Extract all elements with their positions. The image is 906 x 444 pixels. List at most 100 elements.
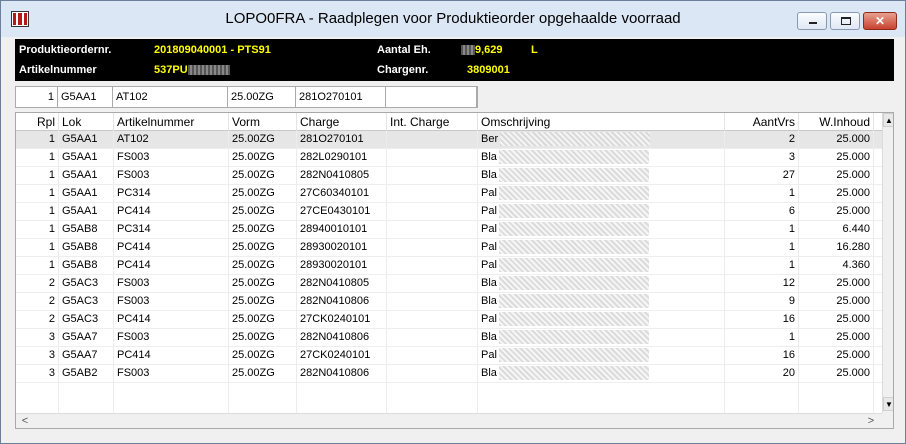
cell-rpl-text: 2 [48, 295, 55, 307]
cell-rpl-text: 2 [48, 277, 55, 289]
cell-lok: G5AC3 [59, 275, 114, 292]
scroll-right-icon[interactable]: > [864, 414, 878, 428]
cell-winhoud: 25.000 [799, 203, 874, 220]
cell-artikelnummer-text: AT102 [117, 133, 149, 145]
batch-label: Chargenr. [377, 64, 429, 76]
cell-winhoud-text: 25.000 [836, 331, 870, 343]
cell-lok-text: G5AA1 [62, 151, 98, 163]
redacted-description [498, 330, 649, 345]
cell-rpl: 2 [16, 275, 59, 292]
selected-vorm: 25.00ZG [228, 87, 296, 107]
cell-aantvrs: 1 [725, 329, 799, 346]
cell-vorm: 25.00ZG [229, 347, 297, 364]
cell-aantvrs: 2 [725, 131, 799, 148]
cell-vorm: 25.00ZG [229, 275, 297, 292]
table-row[interactable]: 2 G5AC3 PC414 25.00ZG 27CK0240101 Pal 16 25.000 [16, 311, 882, 329]
cell-lok: G5AA1 [59, 131, 114, 148]
table-row[interactable]: 1 G5AA1 FS003 25.00ZG 282N0410805 Bla 27 25.000 [16, 167, 882, 185]
cell-aantvrs: 12 [725, 275, 799, 292]
col-rpl[interactable]: Rpl [16, 113, 59, 131]
vertical-scrollbar[interactable]: ▲ ▼ [882, 113, 893, 413]
cell-vorm-text: 25.00ZG [232, 187, 275, 199]
col-artikelnummer[interactable]: Artikelnummer [114, 113, 229, 131]
cell-lok: G5AA7 [59, 329, 114, 346]
cell-lok: G5AA1 [59, 149, 114, 166]
scroll-left-icon[interactable]: < [18, 414, 32, 428]
cell-artikelnummer-text: FS003 [117, 295, 150, 307]
table-row[interactable]: 3 G5AB2 FS003 25.00ZG 282N0410806 Bla 20 25.000 [16, 365, 882, 383]
table-row[interactable]: 1 G5AA1 PC414 25.00ZG 27CE0430101 Pal 6 25.000 [16, 203, 882, 221]
minimize-button[interactable] [797, 12, 827, 30]
cell-omschrijving-text: Pal [481, 187, 497, 199]
col-lok[interactable]: Lok [59, 113, 114, 131]
cell-rpl: 1 [16, 221, 59, 238]
cell-artikelnummer: PC314 [114, 221, 229, 238]
cell-winhoud-text: 25.000 [836, 367, 870, 379]
cell-lok: G5AC3 [59, 293, 114, 310]
cell-vorm-text: 25.00ZG [232, 169, 275, 181]
cell-winhoud: 25.000 [799, 347, 874, 364]
cell-omschrijving-text: Bla [481, 277, 497, 289]
cell-rpl: 1 [16, 203, 59, 220]
cell-charge: 28940010101 [297, 221, 387, 238]
horizontal-scrollbar[interactable]: < > [16, 413, 882, 428]
cell-omschrijving: Bla [478, 275, 725, 292]
table-row[interactable]: 3 G5AA7 PC414 25.00ZG 27CK0240101 Pal 16 25.000 [16, 347, 882, 365]
cell-vorm: 25.00ZG [229, 239, 297, 256]
col-winhoud[interactable]: W.Inhoud [799, 113, 874, 131]
cell-winhoud: 25.000 [799, 167, 874, 184]
cell-rpl-text: 3 [48, 367, 55, 379]
cell-charge-text: 282L0290101 [300, 151, 368, 163]
cell-aantvrs-text: 20 [782, 367, 795, 379]
table-row[interactable]: 3 G5AA7 FS003 25.00ZG 282N0410806 Bla 1 25.000 [16, 329, 882, 347]
cell-charge: 27CK0240101 [297, 311, 387, 328]
cell-omschrijving-text: Pal [481, 349, 497, 361]
cell-int-charge [387, 167, 478, 184]
cell-int-charge [387, 293, 478, 310]
article-value: 537PU [154, 64, 230, 76]
table-row[interactable]: 1 G5AB8 PC314 25.00ZG 28940010101 Pal 1 6.440 [16, 221, 882, 239]
col-aantvrs[interactable]: AantVrs [725, 113, 799, 131]
cell-omschrijving-text: Pal [481, 223, 497, 235]
table-row[interactable]: 2 G5AC3 FS003 25.00ZG 282N0410806 Bla 9 25.000 [16, 293, 882, 311]
stock-table[interactable]: Rpl Lok Artikelnummer Vorm Charge Int. C… [15, 112, 894, 429]
cell-vorm: 25.00ZG [229, 203, 297, 220]
col-int-charge[interactable]: Int. Charge [387, 113, 478, 131]
table-row[interactable]: 2 G5AC3 FS003 25.00ZG 282N0410805 Bla 12 25.000 [16, 275, 882, 293]
cell-int-charge [387, 347, 478, 364]
maximize-button[interactable] [830, 12, 860, 30]
cell-omschrijving: Pal [478, 347, 725, 364]
cell-charge: 27C60340101 [297, 185, 387, 202]
cell-winhoud-text: 25.000 [836, 349, 870, 361]
scroll-up-icon[interactable]: ▲ [883, 113, 893, 127]
scroll-down-icon[interactable]: ▼ [883, 397, 893, 411]
table-row[interactable]: 1 G5AB8 PC414 25.00ZG 28930020101 Pal 1 4.360 [16, 257, 882, 275]
col-vorm[interactable]: Vorm [229, 113, 297, 131]
redacted-description [498, 348, 649, 363]
cell-charge: 27CE0430101 [297, 203, 387, 220]
cell-lok-text: G5AA1 [62, 133, 98, 145]
cell-charge: 28930020101 [297, 257, 387, 274]
cell-vorm: 25.00ZG [229, 293, 297, 310]
table-row[interactable]: 1 G5AA1 PC314 25.00ZG 27C60340101 Pal 1 25.000 [16, 185, 882, 203]
close-button[interactable]: ✕ [863, 12, 897, 30]
title-bar[interactable]: LOPO0FRA - Raadplegen voor Produktieorde… [1, 1, 905, 37]
col-omschrijving[interactable]: Omschrijving [478, 113, 725, 131]
cell-artikelnummer: FS003 [114, 293, 229, 310]
cell-rpl-text: 1 [48, 133, 55, 145]
cell-aantvrs: 6 [725, 203, 799, 220]
table-row[interactable]: 1 G5AB8 PC414 25.00ZG 28930020101 Pal 1 16.280 [16, 239, 882, 257]
cell-aantvrs: 1 [725, 239, 799, 256]
cell-vorm: 25.00ZG [229, 329, 297, 346]
selected-record-bar: 1 G5AA1 AT102 25.00ZG 281O270101 [15, 86, 478, 108]
redacted-description [498, 222, 649, 237]
cell-aantvrs: 16 [725, 311, 799, 328]
cell-artikelnummer: PC414 [114, 239, 229, 256]
cell-aantvrs: 16 [725, 347, 799, 364]
table-row[interactable]: 1 G5AA1 AT102 25.00ZG 281O270101 Ber 2 25.000 [16, 131, 882, 149]
cell-vorm: 25.00ZG [229, 365, 297, 382]
col-charge[interactable]: Charge [297, 113, 387, 131]
qty-unit: L [531, 44, 538, 56]
cell-lok-text: G5AB8 [62, 241, 98, 253]
table-row[interactable]: 1 G5AA1 FS003 25.00ZG 282L0290101 Bla 3 25.000 [16, 149, 882, 167]
